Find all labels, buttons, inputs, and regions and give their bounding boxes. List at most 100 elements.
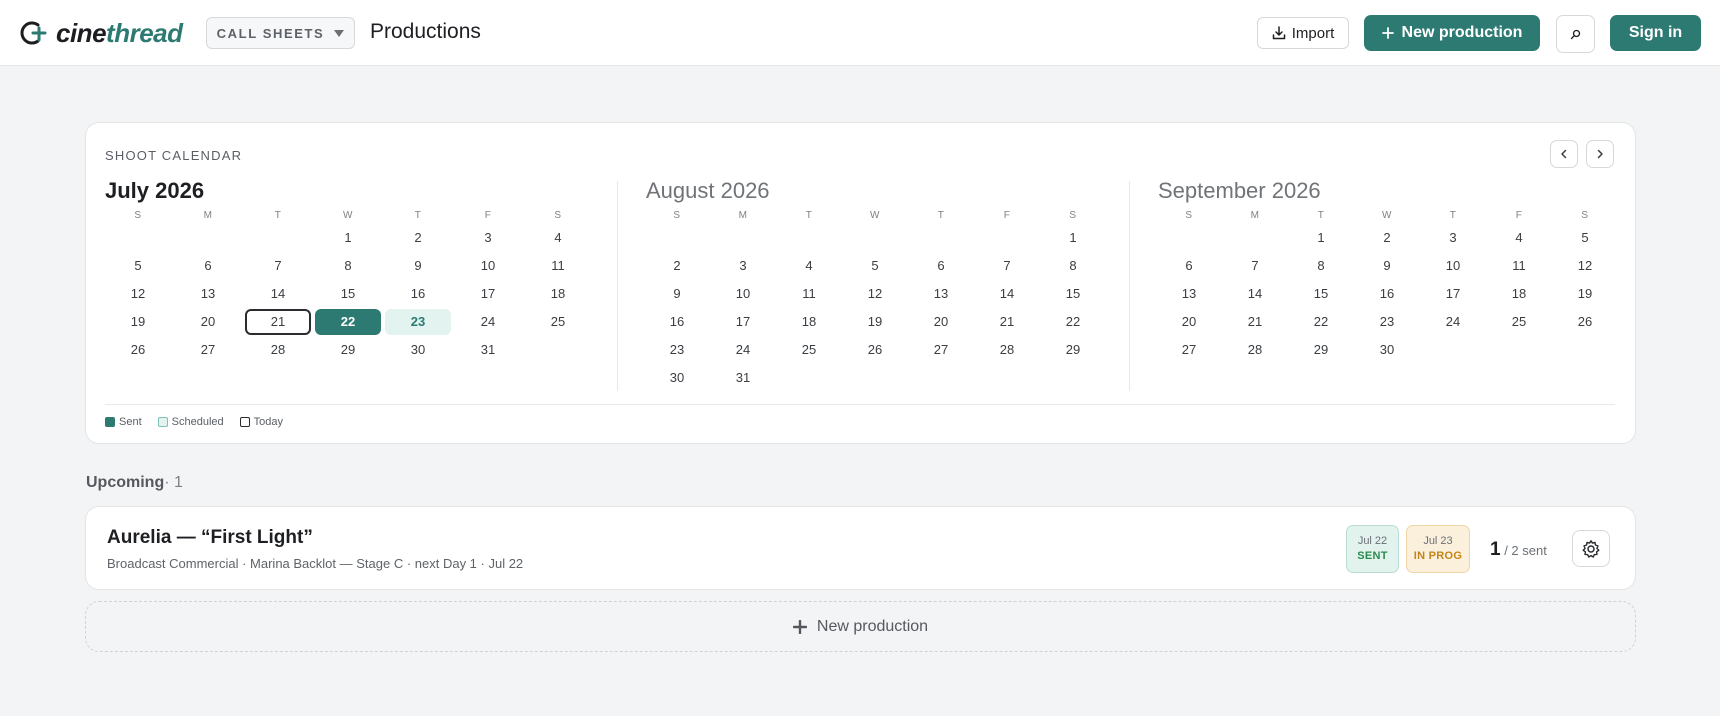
calendar-day[interactable]: 2 bbox=[1356, 225, 1418, 251]
calendar-day[interactable]: 9 bbox=[385, 253, 451, 279]
previous-month-button[interactable] bbox=[1550, 140, 1578, 168]
calendar-day[interactable]: 8 bbox=[1290, 253, 1352, 279]
calendar-day[interactable]: 20 bbox=[175, 309, 241, 335]
calendar-day[interactable]: 1 bbox=[1042, 225, 1104, 251]
calendar-day[interactable]: 6 bbox=[175, 253, 241, 279]
calendar-day[interactable]: 5 bbox=[1554, 225, 1616, 251]
calendar-day[interactable]: 14 bbox=[976, 281, 1038, 307]
calendar-day[interactable]: 22 bbox=[1042, 309, 1104, 335]
sign-in-button[interactable]: Sign in bbox=[1610, 15, 1701, 51]
calendar-day[interactable]: 17 bbox=[455, 281, 521, 307]
production-card[interactable]: Aurelia — “First Light” Broadcast Commer… bbox=[85, 506, 1636, 590]
calendar-day[interactable]: 8 bbox=[315, 253, 381, 279]
calendar-day[interactable]: 10 bbox=[1422, 253, 1484, 279]
calendar-day[interactable]: 29 bbox=[1290, 337, 1352, 363]
calendar-day[interactable]: 24 bbox=[712, 337, 774, 363]
brand-logo[interactable]: cinethread bbox=[18, 18, 183, 48]
calendar-day[interactable]: 29 bbox=[1042, 337, 1104, 363]
calendar-day[interactable]: 4 bbox=[778, 253, 840, 279]
calendar-day[interactable]: 22 bbox=[1290, 309, 1352, 335]
calendar-day[interactable]: 10 bbox=[455, 253, 521, 279]
calendar-day-sent[interactable]: 22 bbox=[315, 309, 381, 335]
calendar-day[interactable]: 5 bbox=[844, 253, 906, 279]
calendar-day[interactable]: 23 bbox=[646, 337, 708, 363]
calendar-day[interactable]: 16 bbox=[646, 309, 708, 335]
calendar-day[interactable]: 7 bbox=[245, 253, 311, 279]
calendar-day[interactable]: 31 bbox=[712, 365, 774, 391]
calendar-day[interactable]: 12 bbox=[1554, 253, 1616, 279]
calendar-day[interactable]: 14 bbox=[1224, 281, 1286, 307]
calendar-day[interactable]: 18 bbox=[778, 309, 840, 335]
calendar-day[interactable]: 28 bbox=[245, 337, 311, 363]
calendar-day[interactable]: 6 bbox=[910, 253, 972, 279]
calendar-day[interactable]: 2 bbox=[646, 253, 708, 279]
calendar-day[interactable]: 12 bbox=[105, 281, 171, 307]
calendar-day[interactable]: 7 bbox=[1224, 253, 1286, 279]
new-production-card[interactable]: New production bbox=[85, 601, 1636, 652]
calendar-day[interactable]: 3 bbox=[712, 253, 774, 279]
calendar-day[interactable]: 30 bbox=[385, 337, 451, 363]
calendar-day[interactable]: 16 bbox=[1356, 281, 1418, 307]
calendar-day[interactable]: 3 bbox=[455, 225, 521, 251]
calendar-day[interactable]: 17 bbox=[1422, 281, 1484, 307]
calendar-day[interactable]: 4 bbox=[1488, 225, 1550, 251]
calendar-day[interactable]: 10 bbox=[712, 281, 774, 307]
next-month-button[interactable] bbox=[1586, 140, 1614, 168]
day-chip-in-progress[interactable]: Jul 23 IN PROG bbox=[1406, 525, 1470, 573]
calendar-day[interactable]: 29 bbox=[315, 337, 381, 363]
calendar-day[interactable]: 24 bbox=[455, 309, 521, 335]
day-chip-sent[interactable]: Jul 22 SENT bbox=[1346, 525, 1399, 573]
calendar-day[interactable]: 25 bbox=[525, 309, 591, 335]
calendar-day[interactable]: 19 bbox=[105, 309, 171, 335]
calendar-day[interactable]: 26 bbox=[844, 337, 906, 363]
calendar-day[interactable]: 18 bbox=[1488, 281, 1550, 307]
import-button[interactable]: Import bbox=[1257, 17, 1349, 49]
calendar-day[interactable]: 4 bbox=[525, 225, 591, 251]
calendar-day-today[interactable]: 21 bbox=[245, 309, 311, 335]
calendar-day[interactable]: 30 bbox=[646, 365, 708, 391]
calendar-day[interactable]: 20 bbox=[1158, 309, 1220, 335]
calendar-day[interactable]: 9 bbox=[646, 281, 708, 307]
calendar-day[interactable]: 1 bbox=[1290, 225, 1352, 251]
calendar-day[interactable]: 13 bbox=[1158, 281, 1220, 307]
calendar-day[interactable]: 13 bbox=[910, 281, 972, 307]
calendar-day[interactable]: 23 bbox=[1356, 309, 1418, 335]
calendar-day[interactable]: 6 bbox=[1158, 253, 1220, 279]
calendar-day[interactable]: 13 bbox=[175, 281, 241, 307]
calendar-day[interactable]: 27 bbox=[1158, 337, 1220, 363]
calendar-day[interactable]: 15 bbox=[1290, 281, 1352, 307]
calendar-day[interactable]: 26 bbox=[1554, 309, 1616, 335]
calendar-day[interactable]: 31 bbox=[455, 337, 521, 363]
calendar-day[interactable]: 15 bbox=[315, 281, 381, 307]
calendar-day[interactable]: 16 bbox=[385, 281, 451, 307]
calendar-day[interactable]: 27 bbox=[910, 337, 972, 363]
calendar-day[interactable]: 25 bbox=[1488, 309, 1550, 335]
calendar-day[interactable]: 11 bbox=[525, 253, 591, 279]
calendar-day[interactable]: 25 bbox=[778, 337, 840, 363]
calendar-day[interactable]: 19 bbox=[1554, 281, 1616, 307]
new-production-button[interactable]: New production bbox=[1364, 15, 1540, 51]
calendar-day[interactable]: 9 bbox=[1356, 253, 1418, 279]
calendar-day[interactable]: 14 bbox=[245, 281, 311, 307]
calendar-day[interactable]: 3 bbox=[1422, 225, 1484, 251]
calendar-day[interactable]: 11 bbox=[778, 281, 840, 307]
calendar-day[interactable]: 30 bbox=[1356, 337, 1418, 363]
production-settings-button[interactable] bbox=[1572, 530, 1610, 567]
calendar-day[interactable]: 11 bbox=[1488, 253, 1550, 279]
calendar-day[interactable]: 12 bbox=[844, 281, 906, 307]
calendar-day[interactable]: 19 bbox=[844, 309, 906, 335]
calendar-day[interactable]: 26 bbox=[105, 337, 171, 363]
calendar-day[interactable]: 15 bbox=[1042, 281, 1104, 307]
calendar-day[interactable]: 7 bbox=[976, 253, 1038, 279]
calendar-day[interactable]: 17 bbox=[712, 309, 774, 335]
calendar-day-scheduled[interactable]: 23 bbox=[385, 309, 451, 335]
calendar-day[interactable]: 2 bbox=[385, 225, 451, 251]
call-sheets-dropdown[interactable]: CALL SHEETS bbox=[206, 17, 355, 49]
calendar-day[interactable]: 24 bbox=[1422, 309, 1484, 335]
calendar-day[interactable]: 28 bbox=[976, 337, 1038, 363]
calendar-day[interactable]: 18 bbox=[525, 281, 591, 307]
calendar-day[interactable]: 5 bbox=[105, 253, 171, 279]
calendar-day[interactable]: 1 bbox=[315, 225, 381, 251]
calendar-day[interactable]: 28 bbox=[1224, 337, 1286, 363]
calendar-day[interactable]: 20 bbox=[910, 309, 972, 335]
